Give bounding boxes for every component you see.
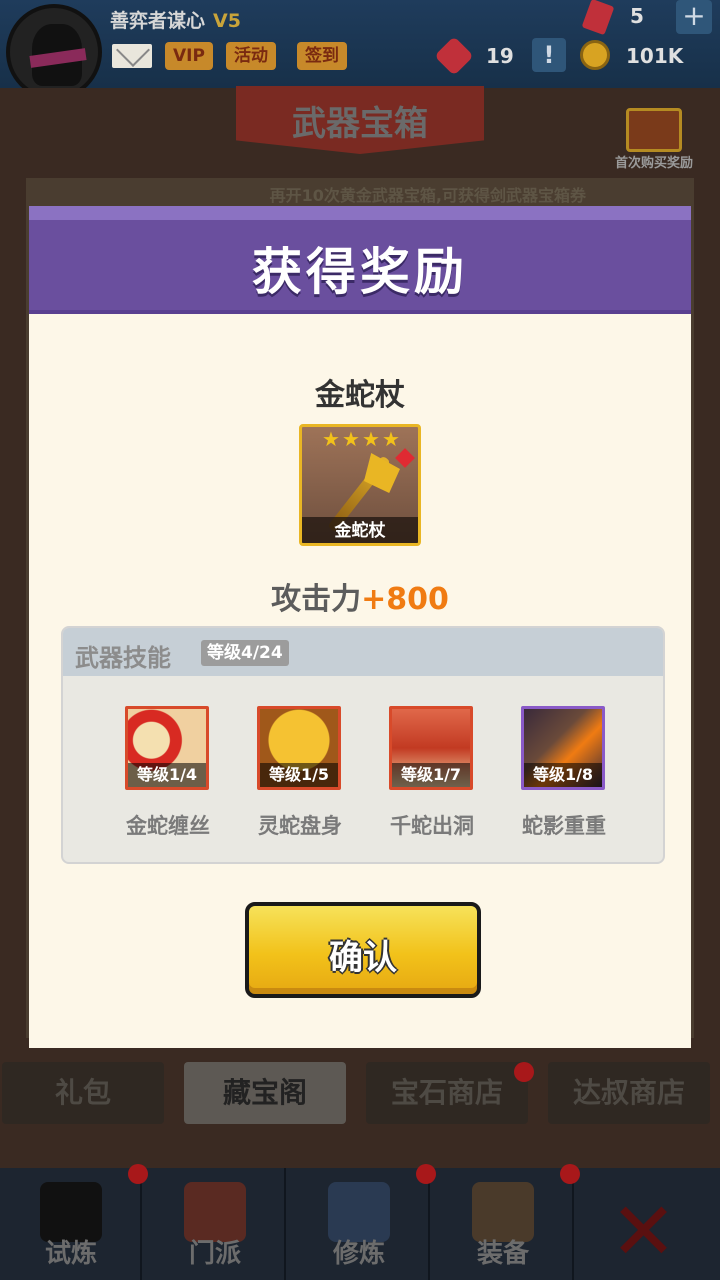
vip-level: V5 <box>213 10 241 32</box>
token-count: 19 <box>486 44 514 68</box>
nav-item-sect[interactable]: 门派 <box>144 1168 286 1280</box>
modal-title: 获得奖励 <box>252 243 468 301</box>
screen-title: 武器宝箱 <box>292 104 428 144</box>
top-bar: 善弈者谋心 V5 VIP 活动 签到 5 + 19 ! 101K <box>0 0 720 100</box>
star-icon: ★ <box>322 427 340 451</box>
shop-tab-gem-shop[interactable]: 宝石商店 <box>366 1062 528 1124</box>
vip-button[interactable]: VIP <box>165 42 213 70</box>
skill-level-badge: 等级4/24 <box>201 640 289 666</box>
shop-tabs: 礼包 藏宝阁 宝石商店 达叔商店 <box>0 1062 720 1126</box>
confirm-label: 确认 <box>329 938 397 978</box>
reward-modal: 获得奖励 金蛇杖 ★ ★ ★ ★ 金蛇杖 攻击力+800 武器技能 等级4/24… <box>29 206 691 1048</box>
star-rating: ★ ★ ★ ★ <box>322 429 402 451</box>
chest-hint-text: 再开10次黄金武器宝箱,可获得剑武器宝箱券 <box>269 186 586 205</box>
signin-button[interactable]: 签到 <box>297 42 347 70</box>
nav-label: 门派 <box>188 1239 241 1269</box>
skill-name: 灵蛇盘身 <box>258 814 342 838</box>
player-name: 善弈者谋心 V5 <box>110 6 241 33</box>
notification-dot <box>560 1164 580 1184</box>
nav-label: 试炼 <box>44 1239 97 1269</box>
star-icon: ★ <box>382 427 400 451</box>
modal-header: 获得奖励 <box>29 206 691 314</box>
skill-name: 千蛇出洞 <box>390 814 474 838</box>
skill-item[interactable]: 等级1/5 灵蛇盘身 <box>225 706 355 846</box>
nav-label: 装备 <box>476 1239 529 1269</box>
close-icon[interactable]: ✕ <box>610 1192 677 1272</box>
skill-level: 等级1/5 <box>260 763 338 787</box>
card-label: 金蛇杖 <box>334 521 386 541</box>
confirm-button[interactable]: 确认 <box>245 902 481 998</box>
avatar[interactable] <box>6 4 102 100</box>
add-gems-button[interactable]: + <box>676 0 712 34</box>
skills-title: 武器技能 <box>75 644 171 672</box>
attack-value: +800 <box>361 582 449 617</box>
skill-item[interactable]: 等级1/8 蛇影重重 <box>489 706 619 846</box>
weapon-skills-panel: 武器技能 等级4/24 等级1/4 金蛇缠丝 等级1/5 灵蛇盘身 等级1/7 … <box>61 626 665 864</box>
item-name: 金蛇杖 <box>315 378 405 413</box>
shop-tab-treasure[interactable]: 藏宝阁 <box>184 1062 346 1124</box>
item-card[interactable]: ★ ★ ★ ★ 金蛇杖 <box>299 424 421 546</box>
skill-level: 等级1/7 <box>392 763 470 787</box>
notification-dot <box>128 1164 148 1184</box>
shop-tab-uncle-shop[interactable]: 达叔商店 <box>548 1062 710 1124</box>
first-buy-label: 首次购买奖励 <box>614 156 693 171</box>
gem-count: 5 <box>630 4 644 28</box>
coin-count: 101K <box>626 44 684 68</box>
player-name-text: 善弈者谋心 <box>110 10 206 32</box>
skill-level: 等级1/4 <box>128 763 206 787</box>
skills-header: 武器技能 等级4/24 <box>63 628 663 676</box>
gem-icon <box>395 448 415 468</box>
nav-item-cultivate[interactable]: 修炼 <box>288 1168 430 1280</box>
token-icon <box>434 36 474 76</box>
skill-level: 等级1/8 <box>524 763 602 787</box>
skill-name: 蛇影重重 <box>522 814 606 838</box>
skill-icon: 等级1/8 <box>521 706 605 790</box>
nav-item-trial[interactable]: 试炼 <box>0 1168 142 1280</box>
notification-dot <box>514 1062 534 1082</box>
treasure-chest-icon[interactable] <box>626 108 682 152</box>
attack-stat: 攻击力+800 <box>29 574 691 618</box>
skill-item[interactable]: 等级1/7 千蛇出洞 <box>357 706 487 846</box>
shop-tab-gift[interactable]: 礼包 <box>2 1062 164 1124</box>
attack-label: 攻击力 <box>271 582 362 617</box>
alert-button[interactable]: ! <box>532 38 566 72</box>
star-icon: ★ <box>342 427 360 451</box>
skill-icon: 等级1/5 <box>257 706 341 790</box>
skill-name: 金蛇缠丝 <box>126 814 210 838</box>
coin-icon <box>580 40 610 70</box>
gem-icon <box>581 0 615 36</box>
notification-dot <box>416 1164 436 1184</box>
mail-icon[interactable] <box>112 44 152 68</box>
skill-item[interactable]: 等级1/4 金蛇缠丝 <box>93 706 223 846</box>
skill-icon: 等级1/4 <box>125 706 209 790</box>
star-icon: ★ <box>362 427 380 451</box>
nav-item-equipment[interactable]: 装备 <box>432 1168 574 1280</box>
activity-button[interactable]: 活动 <box>226 42 276 70</box>
skill-icon: 等级1/7 <box>389 706 473 790</box>
nav-label: 修炼 <box>332 1239 385 1269</box>
